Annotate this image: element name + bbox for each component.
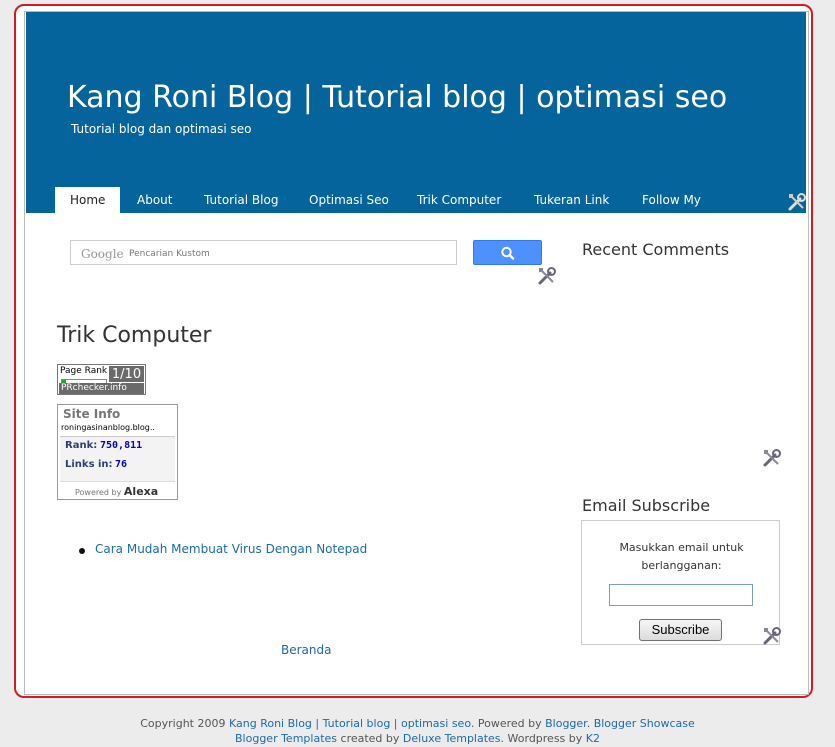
search-input[interactable]: Google Pencarian Kustom [70,240,457,265]
footer-powered-by: . Powered by [470,717,542,730]
alexa-links-label: Links in: [65,459,113,470]
recent-comments-heading: Recent Comments [582,240,730,259]
nav-item-follow-my[interactable]: Follow My [642,187,701,213]
subscribe-wrench-icon[interactable] [762,626,782,646]
pagerank-score: 1/10 [109,366,144,382]
footer-k2-link[interactable]: K2 [586,732,600,745]
email-subscribe-heading: Email Subscribe [582,496,711,515]
site-title[interactable]: Kang Roni Blog | Tutorial blog | optimas… [67,80,727,115]
footer-created-by: created by [340,732,400,745]
page-footer: Copyright 2009 Kang Roni Blog | Tutorial… [0,716,835,746]
subscribe-prompt: Masukkan email untuk berlangganan: [619,541,744,572]
nav-item-trik-computer[interactable]: Trik Computer [417,187,501,213]
search-widget-wrench-icon[interactable] [537,266,557,286]
footer-showcase-link[interactable]: Blogger Showcase [594,717,695,730]
footer-blogger-link[interactable]: Blogger [545,717,587,730]
site-description: Tutorial blog dan optimasi seo [71,122,252,136]
search-placeholder: Pencarian Kustom [129,249,210,259]
subscribe-box: Masukkan email untuk berlangganan: Subsc… [581,520,780,645]
footer-templates-link[interactable]: Blogger Templates [235,732,337,745]
home-link[interactable]: Beranda [281,643,331,657]
footer-line-2: Blogger Templates created by Deluxe Temp… [0,731,835,746]
google-search-logo: Google [81,247,124,261]
magnifier-icon [501,246,515,260]
nav-edit-wrench-icon[interactable] [787,192,807,212]
alexa-domain: roningasinanblog.blog.. [61,423,155,432]
pagerank-label: Page Rank [60,366,108,376]
nav-item-about[interactable]: About [137,187,172,213]
alexa-rank-value: 750,811 [100,440,143,451]
list-bullet [79,548,85,554]
nav-item-optimasi-seo[interactable]: Optimasi Seo [309,187,389,213]
recent-comments-wrench-icon[interactable] [762,448,782,468]
alexa-footer: Powered by Alexa [75,485,158,498]
nav-item-tukeran-link[interactable]: Tukeran Link [534,187,609,213]
alexa-links-value: 76 [115,459,128,470]
email-field[interactable] [609,584,753,606]
post-link[interactable]: Cara Mudah Membuat Virus Dengan Notepad [95,542,367,556]
pagerank-site: PRchecker.info [59,383,144,394]
footer-copyright: Copyright 2009 [140,717,226,730]
pagerank-badge[interactable]: Page Rank 1/10 PRchecker.info [57,364,146,395]
footer-line-1: Copyright 2009 Kang Roni Blog | Tutorial… [0,716,835,731]
alexa-logo: Alexa [123,485,159,498]
footer-wordpress-by: . Wordpress by [500,732,583,745]
alexa-stats: Rank: 750,811 Links in: 76 [60,436,175,482]
page-title: Trik Computer [57,322,212,348]
footer-site-link[interactable]: Kang Roni Blog | Tutorial blog | optimas… [229,717,471,730]
nav-item-home[interactable]: Home [55,187,121,213]
search-button[interactable] [473,240,542,265]
footer-sep: . [586,717,591,730]
subscribe-button[interactable]: Subscribe [639,619,722,641]
footer-deluxe-link[interactable]: Deluxe Templates [403,732,501,745]
alexa-powered-by: Powered by [75,488,122,497]
alexa-title: Site Info [63,407,121,421]
nav-item-tutorial-blog[interactable]: Tutorial Blog [204,187,278,213]
alexa-rank-label: Rank: [65,440,98,451]
alexa-site-info-widget[interactable]: Site Info roningasinanblog.blog.. Rank: … [57,404,178,500]
